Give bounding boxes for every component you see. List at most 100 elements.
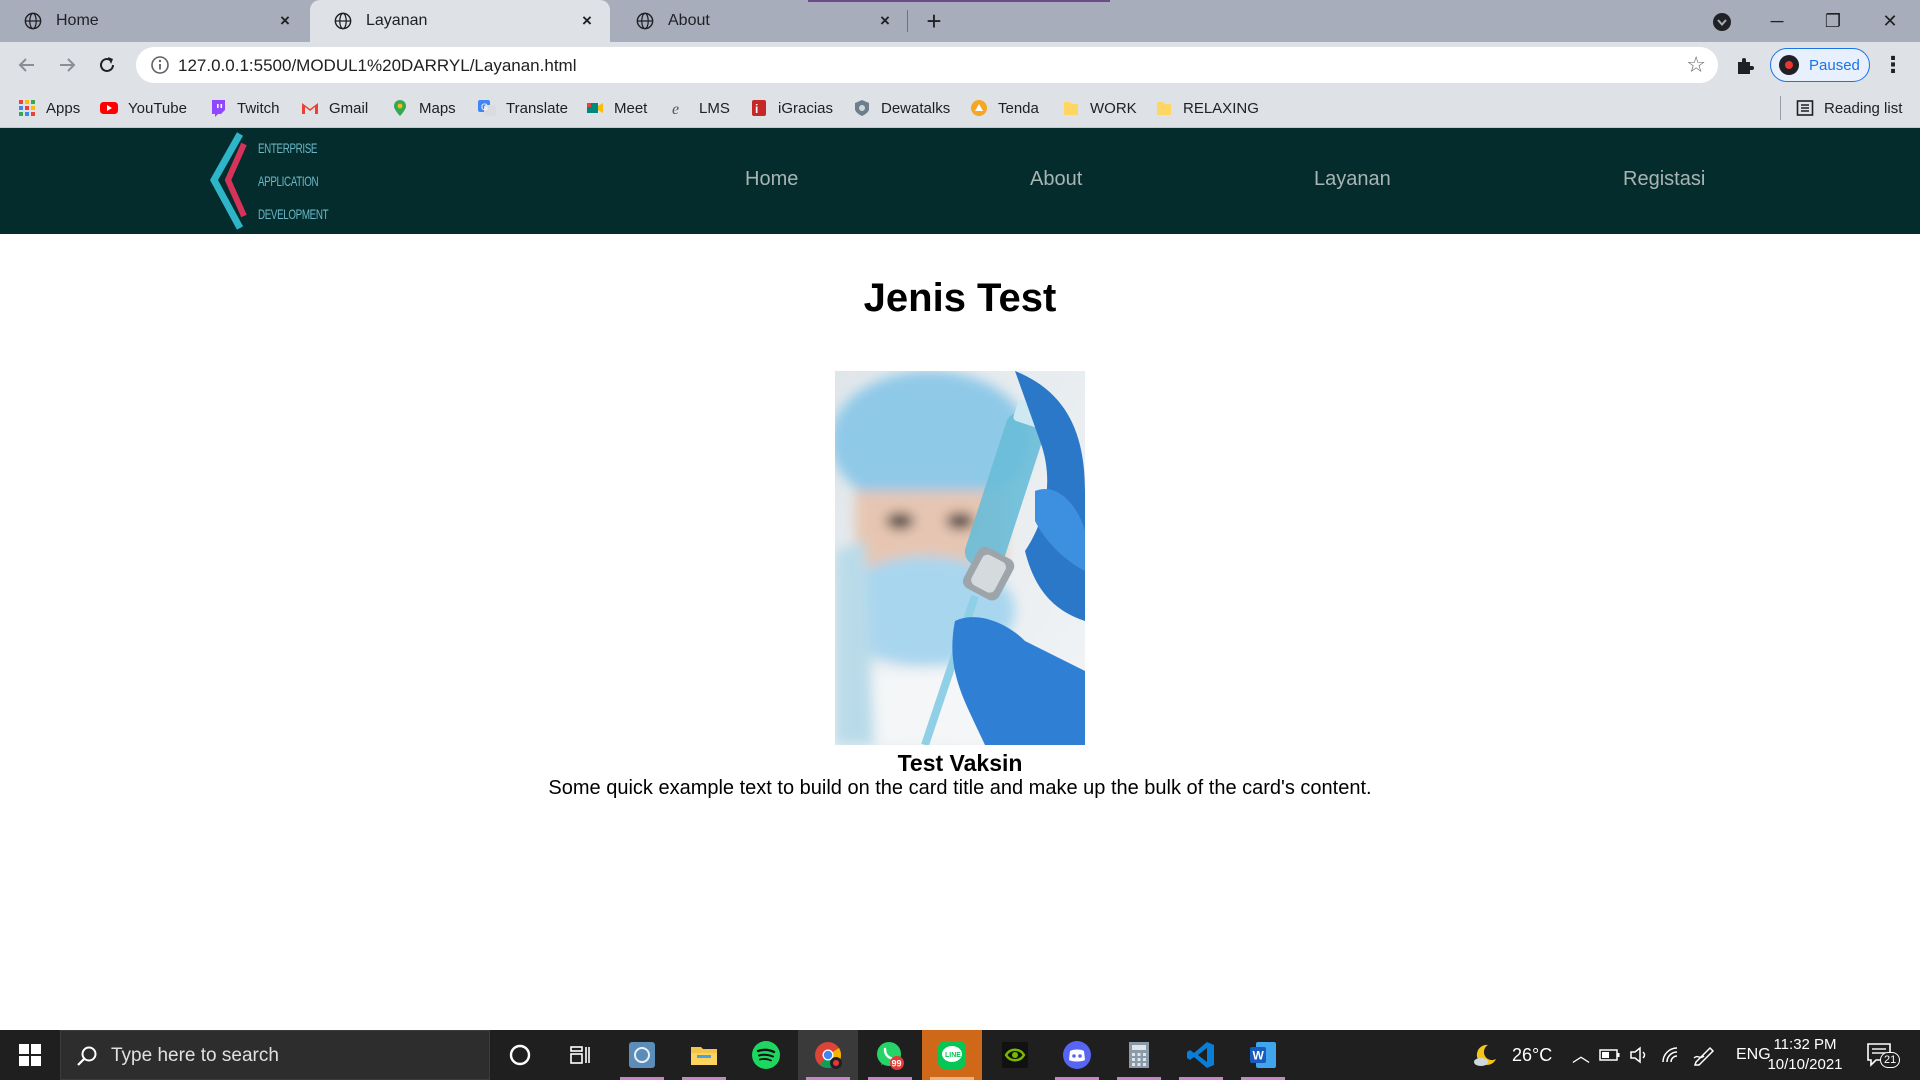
chrome-icon [815,1042,842,1069]
taskbar-file-explorer[interactable] [674,1030,734,1080]
bookmark-label: Translate [506,99,568,117]
lms-icon: e [672,101,679,117]
minimize-button[interactable]: ─ [1757,6,1797,36]
nav-link-about[interactable]: About [1030,168,1082,191]
tab-title: Layanan [366,12,428,29]
new-tab-button[interactable]: + [920,8,948,36]
taskbar-calculator[interactable] [1109,1030,1169,1080]
bookmark-label: YouTube [128,99,187,117]
bookmark-dewatalks[interactable]: Dewatalks [853,96,950,120]
task-view-icon [570,1046,590,1064]
svg-text:G: G [481,102,488,112]
tab-about[interactable]: About × [612,0,908,42]
close-window-button[interactable]: ✕ [1870,6,1910,36]
browser-menu-icon[interactable]: ⋮ [1882,52,1904,78]
file-explorer-icon [691,1047,717,1065]
forward-button[interactable] [53,51,81,79]
svg-text:i: i [755,102,758,116]
pen-icon[interactable] [1692,1044,1718,1066]
bookmark-label: Gmail [329,99,369,117]
taskbar-line[interactable]: LINE [922,1030,982,1080]
profile-status-label: Paused [1809,56,1860,74]
tab-close-icon[interactable]: × [276,12,294,30]
weather-widget[interactable]: 26°C [1472,1030,1552,1080]
tab-home[interactable]: Home × [0,0,308,42]
wifi-icon[interactable] [1660,1045,1684,1065]
bookmark-youtube[interactable]: YouTube [100,96,187,120]
bookmark-gmail[interactable]: Gmail [301,96,368,120]
nav-link-layanan[interactable]: Layanan [1314,168,1391,191]
card-title: Test Vaksin [897,750,1023,776]
bookmark-apps[interactable]: Apps [18,96,80,120]
reload-button[interactable] [93,51,121,79]
bookmark-twitch[interactable]: Twitch [209,96,280,120]
taskbar-chrome[interactable] [798,1030,858,1080]
profile-avatar-icon [1779,55,1799,75]
bookmark-maps[interactable]: Maps [391,96,456,120]
windows-taskbar: Type here to search 99 LINE W 26°C ︿ ENG… [0,1030,1920,1080]
taskbar-nvidia[interactable] [985,1030,1045,1080]
dewatalks-icon [855,100,869,116]
taskbar-search[interactable]: Type here to search [60,1030,490,1080]
bookmark-label: WORK [1090,99,1137,117]
tab-close-icon[interactable]: × [876,12,894,30]
arrow-left-icon [18,58,34,72]
bookmark-meet[interactable]: Meet [586,96,647,120]
bookmark-label: LMS [699,99,730,117]
chevron-up-icon[interactable]: ︿ [1568,1042,1594,1068]
reading-list-button[interactable]: Reading list [1796,96,1902,120]
restore-button[interactable]: ❐ [1813,6,1853,36]
battery-icon[interactable] [1598,1046,1622,1064]
tab-layanan[interactable]: Layanan × [310,0,610,42]
folder-icon [1064,102,1078,115]
bookmark-translate[interactable]: G Translate [478,96,568,120]
web-page: ENTERPRISE APPLICATION DEVELOPMENT Home … [0,128,1920,1030]
taskbar-vscode[interactable] [1171,1030,1231,1080]
bookmark-folder-relaxing[interactable]: RELAXING [1155,96,1259,120]
bookmarks-separator [1780,96,1781,120]
nav-link-registasi[interactable]: Registasi [1623,168,1705,191]
url-text[interactable]: 127.0.0.1:5500/MODUL1%20DARRYL/Layanan.h… [178,56,576,76]
volume-icon[interactable] [1628,1045,1652,1065]
tenda-icon [971,100,987,116]
globe-icon [334,12,352,30]
start-button[interactable] [0,1030,60,1080]
taskbar-whatsapp[interactable]: 99 [860,1030,920,1080]
tab-loading-indicator [808,0,1110,2]
clock-date: 10/10/2021 [1767,1056,1843,1073]
system-clock[interactable]: 11:32 PM 10/10/2021 [1760,1035,1850,1075]
globe-icon [24,12,42,30]
cortana-button[interactable] [490,1030,550,1080]
card-image [835,371,1085,745]
spotify-icon [752,1041,780,1069]
bookmark-tenda[interactable]: Tenda [970,96,1039,120]
task-view-button[interactable] [550,1030,610,1080]
back-button[interactable] [13,51,41,79]
taskbar-discord[interactable] [1047,1030,1107,1080]
nav-link-home[interactable]: Home [745,168,798,191]
taskbar-spotify[interactable] [736,1030,796,1080]
bookmark-star-icon[interactable]: ☆ [1686,52,1706,78]
translate-icon: G [478,100,496,116]
notification-center-button[interactable]: 21 [1866,1042,1901,1068]
whatsapp-badge: 99 [892,1059,902,1069]
bookmark-folder-work[interactable]: WORK [1062,96,1137,120]
search-icon [77,1046,97,1066]
profile-button[interactable]: Paused [1770,48,1870,82]
moon-cloud-icon [1474,1044,1496,1066]
info-icon[interactable] [150,55,170,75]
taskbar-word[interactable]: W [1233,1030,1293,1080]
clock-time: 11:32 PM [1773,1036,1837,1053]
taskbar-app-unknown[interactable] [612,1030,672,1080]
puzzle-extensions-icon[interactable] [1734,53,1758,77]
tab-separator [907,10,908,32]
tab-search-icon[interactable] [1712,12,1732,32]
browser-toolbar: 127.0.0.1:5500/MODUL1%20DARRYL/Layanan.h… [0,42,1920,88]
gmail-icon [302,103,318,114]
svg-text:e: e [672,101,679,117]
bookmark-lms[interactable]: e LMS [671,96,730,120]
site-logo[interactable]: ENTERPRISE APPLICATION DEVELOPMENT [210,130,329,232]
bookmark-igracias[interactable]: i iGracias [750,96,833,120]
tab-close-icon[interactable]: × [578,12,596,30]
address-bar[interactable]: 127.0.0.1:5500/MODUL1%20DARRYL/Layanan.h… [136,47,1718,83]
